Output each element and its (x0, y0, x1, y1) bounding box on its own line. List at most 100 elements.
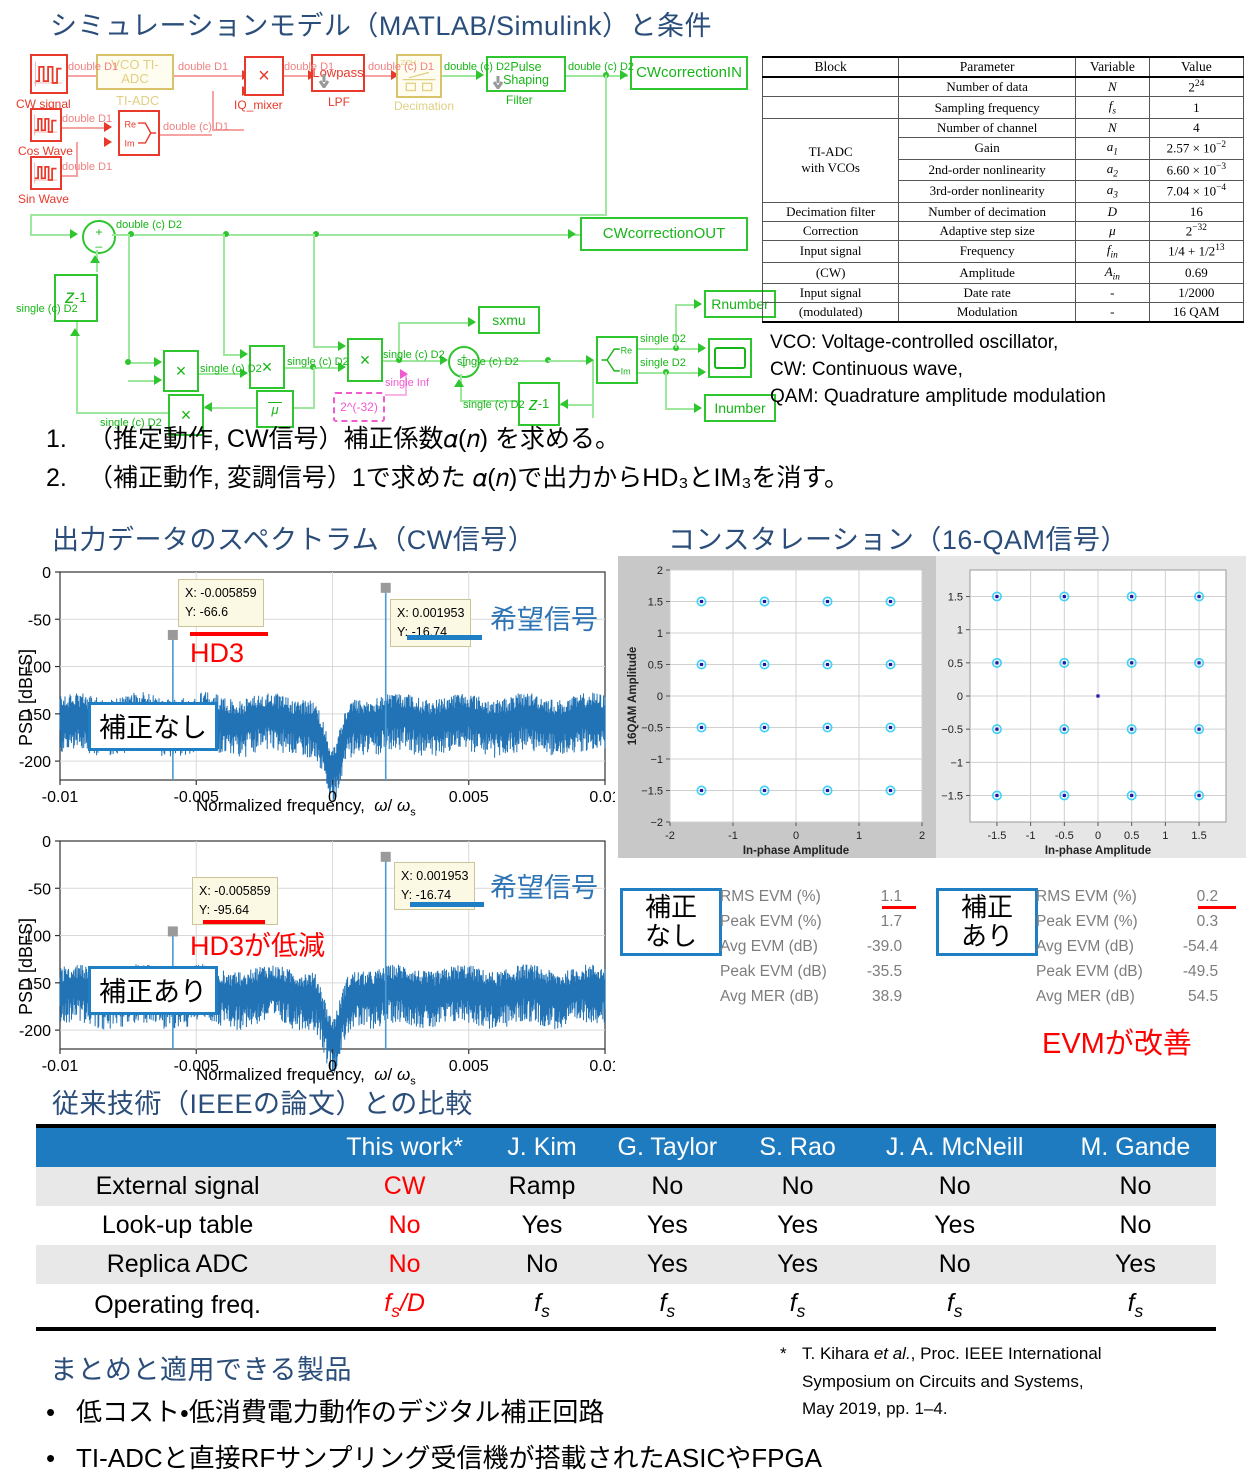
param-name: Sampling frequency (898, 96, 1076, 119)
evm-badge-line1: 補正 (644, 892, 697, 922)
svg-text:In-phase Amplitude: In-phase Amplitude (1045, 845, 1151, 857)
mu-symbol: μ (268, 401, 282, 417)
svg-text:-0.5: -0.5 (1055, 830, 1074, 842)
param-value: 16 (1148, 201, 1245, 222)
param-name: 3rd-order nonlinearity (898, 180, 1076, 203)
param-name: Amplitude (898, 261, 1076, 285)
param-name: Number of channel (898, 117, 1076, 138)
param-variable: - (1075, 283, 1150, 304)
cmp-cell: No (594, 1167, 741, 1206)
cmp-cell: fs (490, 1284, 595, 1331)
evm-value: -54.4 (1182, 938, 1219, 956)
signal-label: single (c) D2 (16, 303, 78, 315)
table-row: TI-ADC with VCOs Number of channel N 4 (761, 117, 1245, 203)
evm-value: -49.5 (1182, 963, 1219, 981)
param-table-header-row: Block Parameter Variable Value (761, 56, 1245, 78)
svg-text:−0.5: −0.5 (941, 724, 963, 736)
table-row: Peak EVM (%) 0.3 (1036, 909, 1218, 934)
svg-text:0.005: 0.005 (449, 789, 489, 806)
cmp-cell: fs (854, 1284, 1055, 1331)
svg-text:1.5: 1.5 (948, 592, 963, 604)
evm-stats-corrected: RMS EVM (%) 0.2 Peak EVM (%) 0.3 Avg EVM (… (1036, 884, 1218, 1010)
param-col-parameter: Parameter (898, 56, 1076, 78)
table-row: External signal CW Ramp No No No No (36, 1167, 1216, 1206)
param-block: Correction (761, 220, 900, 242)
evm-badge-line1: 補正 (960, 892, 1013, 922)
param-value: 2.57 × 10−2 (1148, 136, 1245, 160)
param-block: (modulated) (761, 302, 900, 324)
complex-splitter-icon: Re Im (601, 346, 632, 376)
cmp-cell: No (740, 1167, 855, 1206)
cmp-row-label: Replica ADC (36, 1245, 320, 1284)
svg-text:1: 1 (1162, 830, 1168, 842)
signal-label: single (c) D2 (200, 363, 262, 375)
table-row: Peak EVM (dB) -49.5 (1036, 959, 1218, 984)
abbrev-vco: VCO: Voltage-controlled oscillator, (770, 332, 1059, 353)
param-block: Input signal (761, 283, 900, 304)
cmp-cell: Yes (646, 1211, 688, 1239)
svg-text:2: 2 (657, 565, 663, 577)
param-variable: fin (1075, 240, 1150, 263)
svg-text:0.5: 0.5 (948, 658, 963, 670)
down-arrow-icon (492, 76, 504, 89)
summary-bullet-text: TI-ADCと直接RFサンプリング受信機が搭載されたASICやFPGA (76, 1443, 823, 1473)
param-value: 6.60 × 10−3 (1148, 158, 1245, 182)
cmp-cell: CW (319, 1167, 491, 1206)
signal-label: single D2 (640, 357, 686, 369)
block-complex-to-real-imag: Re Im (596, 336, 638, 384)
cmp-cell: No (388, 1211, 421, 1239)
param-name: 2nd-order nonlinearity (898, 158, 1076, 182)
svg-text:−1: −1 (650, 754, 663, 766)
abbrev-qam: QAM: Quadrature amplitude modulation (770, 385, 1106, 407)
evm-label: RMS EVM (%) (720, 888, 821, 905)
summary-section-title: まとめと適用できる製品 (50, 1355, 352, 1385)
param-value: 1/2000 (1148, 283, 1245, 304)
signal-label: double (c) D2 (568, 61, 635, 73)
svg-text:0.01: 0.01 (589, 789, 615, 806)
cmp-row-label: Look-up table (101, 1211, 254, 1239)
block-mult-3: × (347, 338, 383, 382)
evm-improvement-note: EVMが改善 (1042, 1028, 1192, 1060)
bullet-icon: • (46, 1443, 56, 1473)
label-iq-mixer: IQ_mixer (234, 98, 283, 112)
param-col-variable: Variable (1075, 56, 1150, 78)
param-value: 7.04 × 10−4 (1148, 180, 1245, 203)
psd-x-axis-label: Normalized frequency, ω/ ωs (196, 796, 416, 819)
table-row: Correction Adaptive step size μ 2−32 (761, 220, 1245, 242)
label-filter: Filter (506, 93, 533, 107)
evm-label: Peak EVM (%) (1036, 913, 1138, 931)
list-item: 1. （推定動作, CW信号）補正係数𝛼(𝑛) を求める。 (46, 420, 1226, 459)
block-cw-correction-out: CWcorrectionOUT (580, 217, 748, 251)
cmp-cell: No (319, 1245, 491, 1284)
svg-text:−1: −1 (950, 757, 963, 769)
evm-value: 54.5 (1187, 988, 1219, 1006)
svg-text:Re: Re (125, 120, 137, 130)
param-value: 2−32 (1148, 220, 1245, 242)
table-row: Operating freq. fs/D fs fs fs fs fs (36, 1284, 1216, 1331)
constellation-section-title: コンスタレーション（16-QAM信号） (668, 525, 1128, 555)
cmp-cell: Yes (521, 1211, 563, 1239)
param-variable: a3 (1075, 180, 1150, 203)
block-cw-correction-in: CWcorrectionIN (630, 56, 748, 90)
param-variable: D (1075, 201, 1150, 222)
evm-label: RMS EVM (%) (1036, 888, 1137, 905)
label-ti-adc: TI-ADC (116, 93, 160, 108)
svg-text:1.5: 1.5 (1191, 830, 1206, 842)
block-iq-mixer: × (244, 56, 284, 96)
param-variable: a2 (1075, 158, 1150, 182)
abbrev-cw: CW: Continuous wave, (770, 358, 963, 380)
svg-text:0: 0 (42, 565, 51, 582)
block-sin-wave (30, 156, 62, 190)
svg-text:−0.5: −0.5 (641, 723, 663, 735)
datatip-x: X: -0.005859 (199, 884, 271, 898)
svg-text:16QAM Amplitude: 16QAM Amplitude (627, 647, 639, 746)
block-cos-wave (30, 108, 62, 142)
signal-label: double D1 (62, 161, 113, 173)
summary-bullet-1: • 低コスト・低消費電力動作のデジタル補正回路 (46, 1392, 604, 1429)
datatip-x: X: -0.005859 (185, 586, 257, 600)
datatip-x: X: 0.001953 (397, 606, 465, 620)
signal-label: double (c) D2 (116, 219, 183, 231)
svg-text:−1.5: −1.5 (941, 790, 963, 802)
param-block: Input signal (761, 240, 900, 263)
block-scope (708, 338, 752, 378)
